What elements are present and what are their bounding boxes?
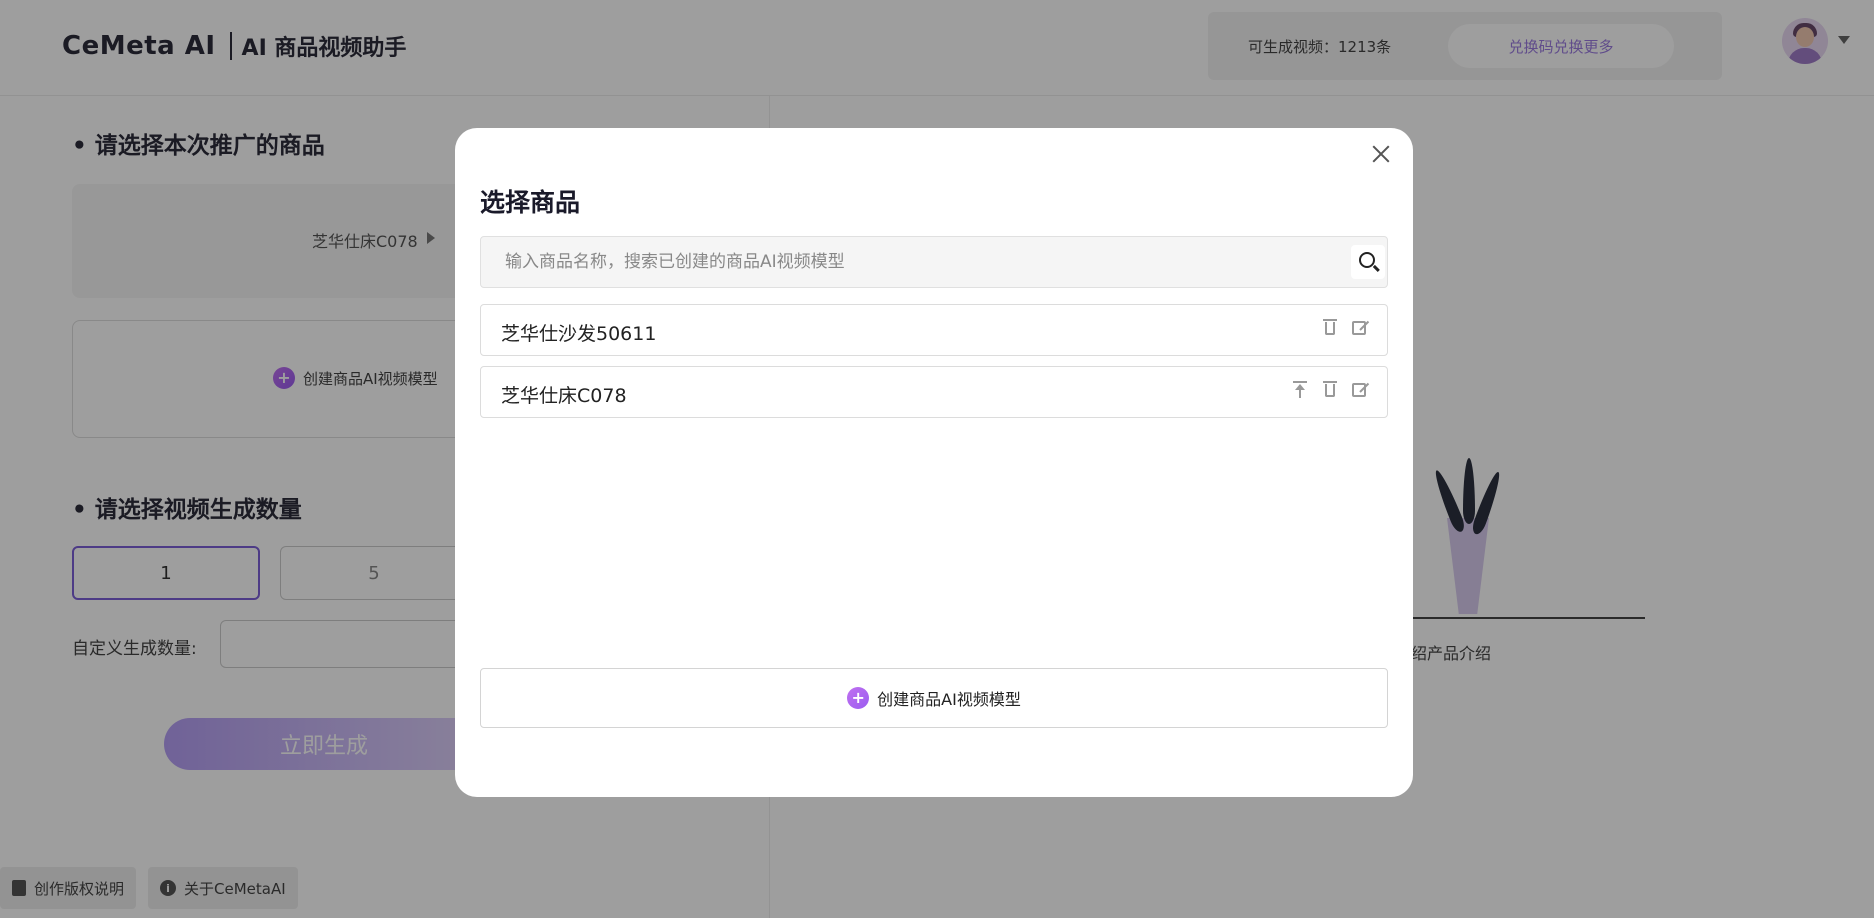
search-icon-handle [1373, 264, 1380, 272]
select-product-modal: 选择商品 芝华仕沙发50611 芝华仕床C078 + 创建商品AI视频模型 [455, 128, 1413, 797]
create-model-label: 创建商品AI视频模型 [877, 690, 1021, 709]
plus-icon: + [847, 687, 870, 709]
pin-top-icon[interactable] [1291, 380, 1309, 398]
trash-icon[interactable] [1321, 318, 1339, 336]
edit-icon[interactable] [1351, 380, 1370, 398]
search-button[interactable] [1351, 245, 1385, 279]
close-icon[interactable] [1367, 140, 1395, 168]
product-name: 芝华仕床C078 [501, 385, 627, 407]
create-model-button[interactable]: + 创建商品AI视频模型 [480, 668, 1388, 728]
product-name: 芝华仕沙发50611 [501, 323, 657, 345]
modal-title: 选择商品 [480, 188, 581, 217]
item-actions [1291, 380, 1370, 398]
search-input[interactable] [481, 237, 1341, 287]
edit-icon[interactable] [1351, 318, 1370, 336]
product-list-item[interactable]: 芝华仕沙发50611 [480, 304, 1388, 356]
product-list-item[interactable]: 芝华仕床C078 [480, 366, 1388, 418]
item-actions [1321, 318, 1370, 336]
trash-icon[interactable] [1321, 380, 1339, 398]
search-bar [480, 236, 1388, 288]
